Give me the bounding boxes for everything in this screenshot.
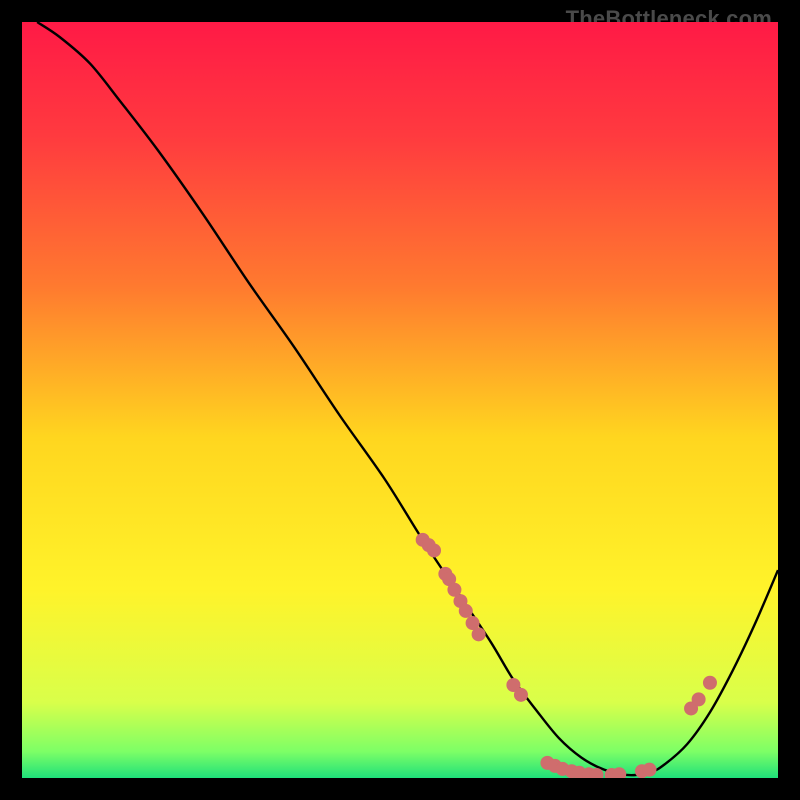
data-point xyxy=(514,688,528,702)
data-point xyxy=(472,627,486,641)
data-point xyxy=(703,676,717,690)
data-point xyxy=(642,763,656,777)
chart-background xyxy=(22,22,778,778)
chart-canvas xyxy=(22,22,778,778)
data-point xyxy=(692,692,706,706)
data-point xyxy=(459,604,473,618)
data-point xyxy=(427,543,441,557)
